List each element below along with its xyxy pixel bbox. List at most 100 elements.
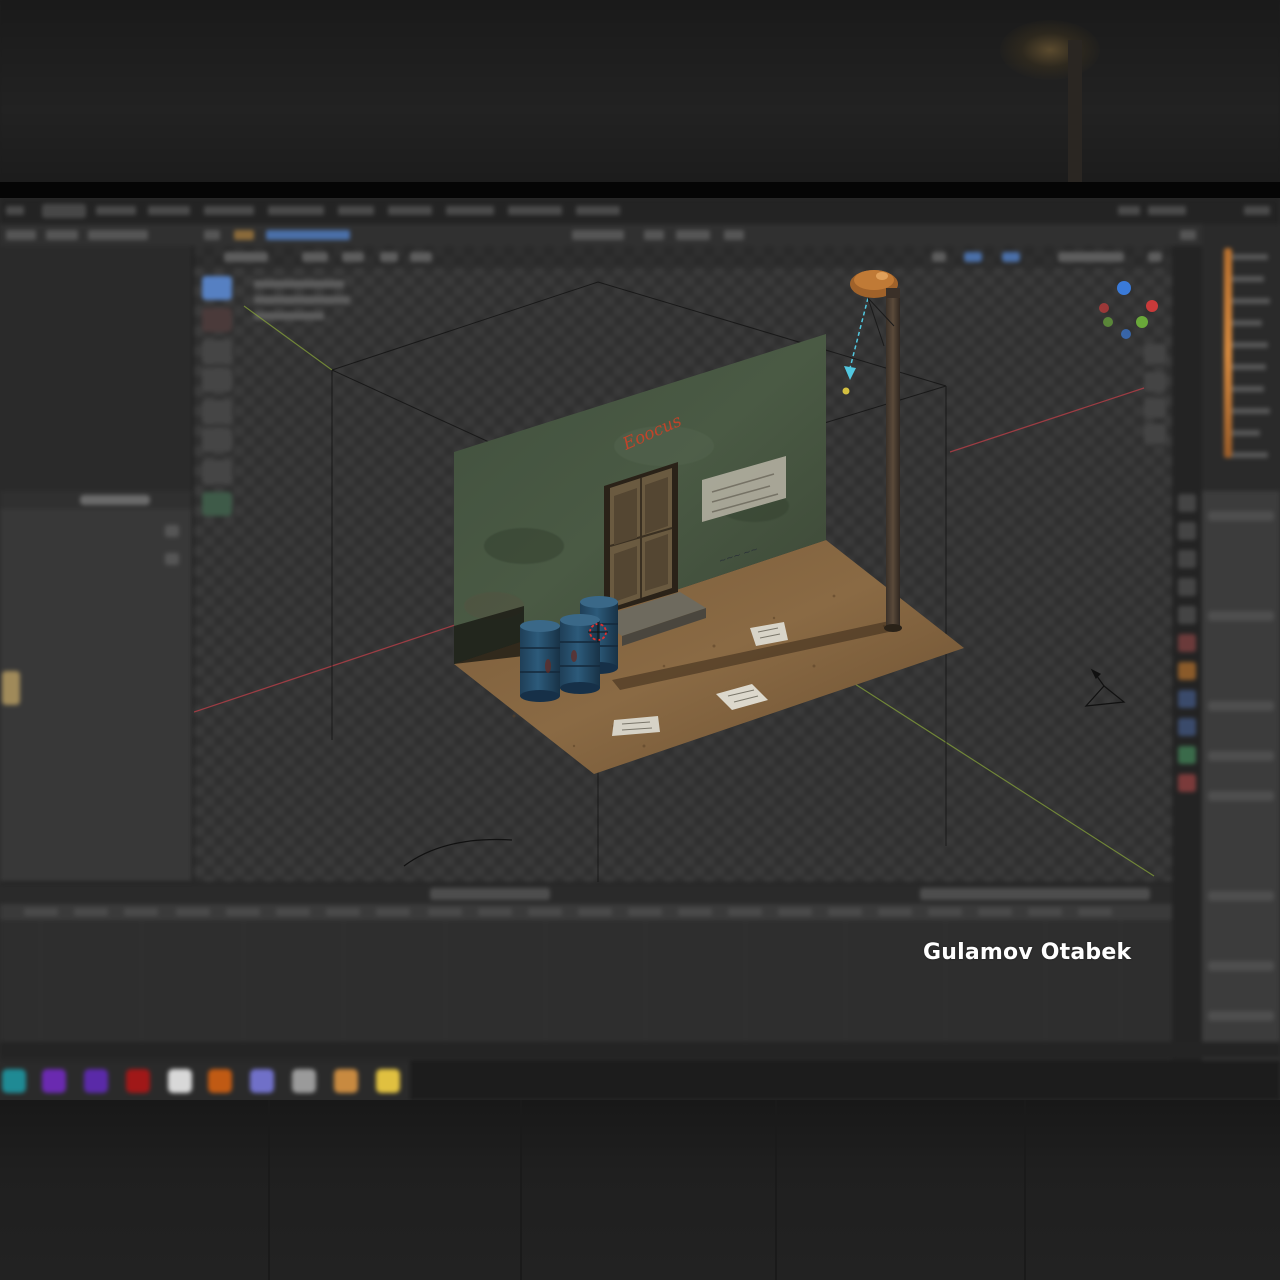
background-pole (1068, 40, 1082, 182)
timeline-frame-label (878, 908, 912, 916)
taskbar-empty (410, 1060, 1280, 1100)
left-panel-slider[interactable] (80, 495, 150, 505)
render-properties-icon[interactable] (1178, 522, 1196, 540)
y-axis-line (243, 305, 333, 371)
left-properties-panel (0, 491, 194, 881)
property-field[interactable] (1208, 791, 1274, 801)
lamp-pole-base (884, 624, 902, 632)
header-control[interactable] (644, 230, 664, 240)
taskbar-dock (0, 1060, 410, 1100)
property-field[interactable] (1208, 751, 1274, 761)
timeline-frame-label (978, 908, 1012, 916)
property-field[interactable] (1208, 611, 1274, 621)
timeline-gridline (445, 920, 446, 1044)
physics-properties-icon[interactable] (1178, 746, 1196, 764)
workspace-tab[interactable] (96, 206, 136, 215)
timeline-frame-label (1028, 908, 1062, 916)
modifier-properties-icon[interactable] (1178, 690, 1196, 708)
workspace-tab[interactable] (268, 206, 324, 215)
app-icon-lavender[interactable] (250, 1069, 274, 1093)
header-control[interactable] (46, 230, 78, 240)
timeline-gridline (945, 920, 946, 1044)
timeline-frame-label (24, 908, 58, 916)
outliner-selection-highlight (1224, 248, 1232, 458)
workspace-tab[interactable] (204, 206, 254, 215)
timeline-gridline (1045, 920, 1046, 1044)
app-icon-white[interactable] (168, 1069, 192, 1093)
editor-header (0, 224, 1280, 246)
constraints-properties-icon[interactable] (1178, 774, 1196, 792)
workspace-tab[interactable] (576, 206, 620, 215)
scene-render: Eoocus ~~~ ~~ (194, 270, 1158, 882)
playback-controls[interactable] (430, 888, 550, 900)
panel-icon[interactable] (165, 553, 179, 565)
app-icon-purple[interactable] (42, 1069, 66, 1093)
world-properties-icon[interactable] (1178, 634, 1196, 652)
scene-selector[interactable] (1118, 206, 1140, 215)
timeline-frame-label (176, 908, 210, 916)
app-icon-orange[interactable] (334, 1069, 358, 1093)
properties-panel (1202, 491, 1280, 1100)
timeline-frame-label (428, 908, 462, 916)
app-icon-yellow[interactable] (376, 1069, 400, 1093)
timeline-frame-label (124, 908, 158, 916)
window-button[interactable] (1244, 206, 1270, 215)
top-menu-bar (0, 198, 1280, 224)
property-field[interactable] (1208, 1011, 1274, 1021)
header-control[interactable] (204, 230, 220, 240)
timeline-gridline (141, 920, 142, 1044)
timeline-frame-label (74, 908, 108, 916)
header-control[interactable] (572, 230, 624, 240)
timeline-frame-label (326, 908, 360, 916)
scene-properties-icon[interactable] (1178, 606, 1196, 624)
timeline-frame-label (928, 908, 962, 916)
timeline-frame-label (478, 908, 512, 916)
tool-properties-icon[interactable] (1178, 494, 1196, 512)
properties-tab-strip (1172, 246, 1202, 1100)
particles-properties-icon[interactable] (1178, 718, 1196, 736)
workspace-tab[interactable] (446, 206, 494, 215)
app-icon-violet[interactable] (84, 1069, 108, 1093)
workspace-tab[interactable] (508, 206, 562, 215)
header-control[interactable] (234, 230, 254, 240)
header-control[interactable] (676, 230, 710, 240)
app-icon-red[interactable] (126, 1069, 150, 1093)
blender-app-icon[interactable] (208, 1069, 232, 1093)
header-control[interactable] (88, 230, 148, 240)
app-icon-teal[interactable] (2, 1069, 26, 1093)
workspace-tab[interactable] (338, 206, 374, 215)
barrel-front (520, 620, 560, 702)
property-field[interactable] (1208, 511, 1274, 521)
app-icon-grey[interactable] (292, 1069, 316, 1093)
timeline-frame-label (678, 908, 712, 916)
left-editor-panel (0, 246, 194, 491)
timeline-frame-label (1078, 908, 1112, 916)
workspace-tab[interactable] (148, 206, 190, 215)
wooden-door (604, 462, 678, 614)
timeline-frame-label (778, 908, 812, 916)
frame-range-fields[interactable] (920, 888, 1150, 900)
workspace-tab[interactable] (388, 206, 432, 215)
navigation-gizmo-icon[interactable] (1099, 281, 1158, 339)
x-axis-line-right (949, 387, 1145, 453)
workspace-tab-layout[interactable] (42, 204, 86, 218)
property-field[interactable] (1208, 701, 1274, 711)
menu-item[interactable] (6, 206, 24, 215)
header-control[interactable] (724, 230, 744, 240)
timeline-gridline (1120, 920, 1121, 1044)
timeline-gridline (40, 920, 41, 1044)
timeline-gridline (745, 920, 746, 1044)
property-field[interactable] (1208, 891, 1274, 901)
outliner-panel (1202, 224, 1280, 489)
object-properties-icon[interactable] (1178, 662, 1196, 680)
property-field[interactable] (1208, 961, 1274, 971)
header-control[interactable] (1180, 230, 1196, 240)
camera-icon[interactable] (1084, 668, 1126, 707)
output-properties-icon[interactable] (1178, 550, 1196, 568)
view-layer-selector[interactable] (1148, 206, 1186, 215)
panel-icon[interactable] (165, 525, 179, 537)
view-layer-icon[interactable] (1178, 578, 1196, 596)
header-control[interactable] (6, 230, 36, 240)
bezier-curve (403, 838, 513, 867)
header-control-active[interactable] (266, 230, 350, 240)
